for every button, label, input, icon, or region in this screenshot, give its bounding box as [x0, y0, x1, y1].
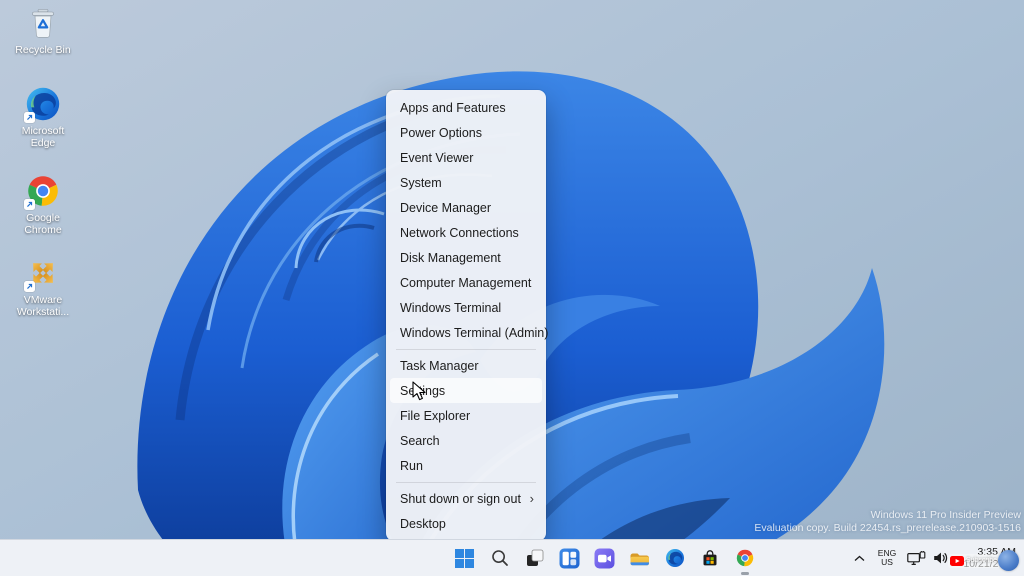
desktop-icon-label: Microsoft Edge [22, 125, 65, 149]
widgets-button[interactable] [552, 540, 587, 576]
youtube-icon [950, 556, 964, 566]
menu-item-task-manager[interactable]: Task Manager [386, 353, 546, 378]
shortcut-arrow-icon [24, 112, 35, 123]
menu-item-desktop[interactable]: Desktop [386, 511, 546, 536]
desktop-icon-label: Recycle Bin [15, 44, 70, 56]
network-icon [907, 551, 926, 566]
running-indicator [741, 572, 749, 575]
desktop-icon-google-chrome[interactable]: Google Chrome [10, 173, 76, 236]
recycle-bin-icon [26, 6, 60, 40]
chevron-up-icon [854, 555, 865, 562]
shortcut-arrow-icon [24, 281, 35, 292]
menu-item-device-manager[interactable]: Device Manager [386, 195, 546, 220]
chrome-button[interactable] [727, 540, 762, 576]
task-view-button[interactable] [517, 540, 552, 576]
edge-icon [665, 548, 685, 568]
menu-item-windows-terminal[interactable]: Windows Terminal [386, 295, 546, 320]
menu-item-disk-management[interactable]: Disk Management [386, 245, 546, 270]
menu-item-apps-and-features[interactable]: Apps and Features [386, 95, 546, 120]
menu-item-power-options[interactable]: Power Options [386, 120, 546, 145]
task-view-icon [525, 548, 545, 568]
desktop-icon-label: Google Chrome [24, 212, 61, 236]
taskbar: ENG US 3:35 AM 10/21/2021 [0, 539, 1024, 576]
menu-item-event-viewer[interactable]: Event Viewer [386, 145, 546, 170]
channel-avatar [998, 550, 1019, 571]
menu-item-run[interactable]: Run [386, 453, 546, 478]
desktop-icon-label: VMware Workstati... [17, 294, 69, 318]
menu-item-computer-management[interactable]: Computer Management [386, 270, 546, 295]
menu-separator [396, 482, 536, 483]
desktop-icon-microsoft-edge[interactable]: Microsoft Edge [10, 86, 76, 149]
chrome-icon [735, 548, 755, 568]
store-button[interactable] [692, 540, 727, 576]
menu-item-network-connections[interactable]: Network Connections [386, 220, 546, 245]
mouse-cursor [412, 381, 428, 403]
search-icon [490, 548, 510, 568]
windows-watermark: Windows 11 Pro Insider Preview Evaluatio… [754, 509, 1021, 535]
windows-start-icon [454, 548, 475, 569]
tray-volume-button[interactable] [933, 551, 949, 565]
menu-item-file-explorer[interactable]: File Explorer [386, 403, 546, 428]
desktop: Recycle Bin Microsoft Edge [0, 0, 1024, 576]
subscribe-pill: Subscribe [948, 554, 1001, 568]
subscribe-label: Subscribe [966, 557, 997, 564]
file-explorer-button[interactable] [622, 540, 657, 576]
submenu-chevron-icon: › [530, 492, 534, 505]
edge-button[interactable] [657, 540, 692, 576]
shortcut-arrow-icon [24, 199, 35, 210]
search-button[interactable] [482, 540, 517, 576]
tray-show-hidden-icons-button[interactable] [851, 555, 867, 562]
desktop-icon-vmware-workstation[interactable]: VMware Workstati... [10, 255, 76, 318]
file-explorer-icon [629, 548, 650, 569]
video-subscribe-overlay: Subscribe [948, 550, 1019, 571]
chat-icon [594, 548, 615, 569]
menu-item-shut-down-or-sign-out[interactable]: Shut down or sign out › [386, 486, 546, 511]
menu-separator [396, 349, 536, 350]
desktop-icon-recycle-bin[interactable]: Recycle Bin [10, 5, 76, 56]
tray-network-button[interactable] [907, 551, 926, 566]
menu-item-search[interactable]: Search [386, 428, 546, 453]
chat-button[interactable] [587, 540, 622, 576]
start-button[interactable] [447, 540, 482, 576]
speaker-icon [933, 551, 949, 565]
store-icon [700, 548, 720, 568]
winx-context-menu: Apps and Features Power Options Event Vi… [386, 90, 546, 541]
menu-item-system[interactable]: System [386, 170, 546, 195]
widgets-icon [559, 548, 580, 569]
tray-language-button[interactable]: ENG US [874, 549, 900, 568]
taskbar-center-buttons [447, 540, 762, 576]
menu-item-windows-terminal-admin[interactable]: Windows Terminal (Admin) [386, 320, 546, 345]
